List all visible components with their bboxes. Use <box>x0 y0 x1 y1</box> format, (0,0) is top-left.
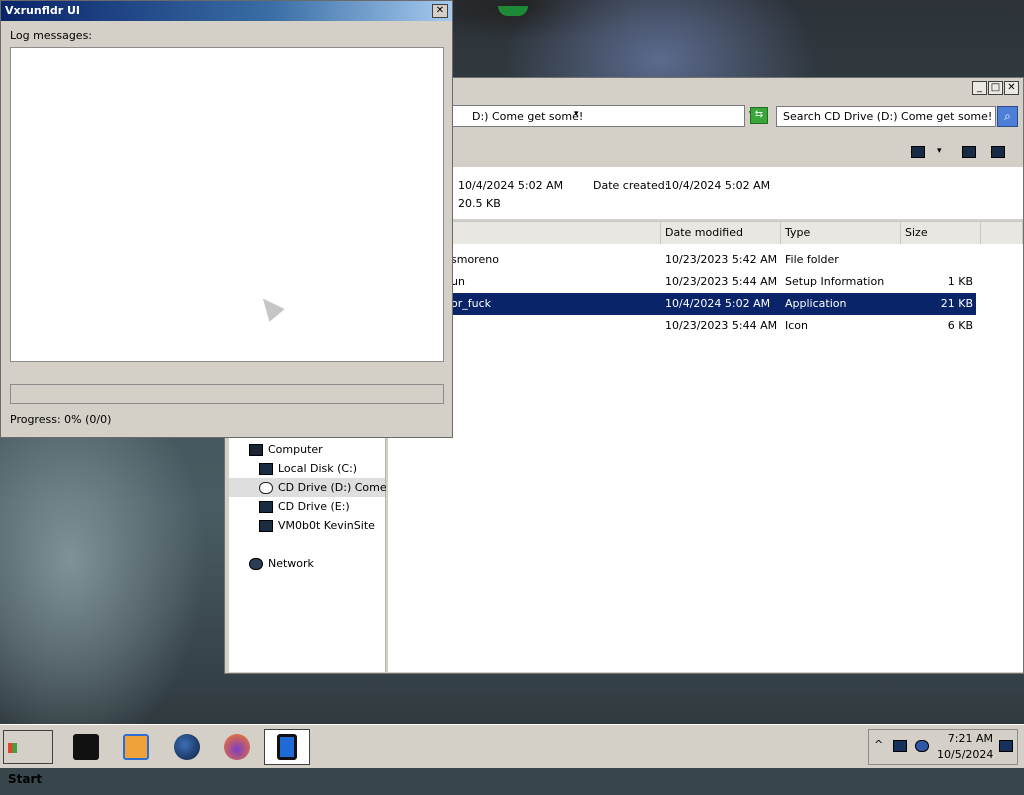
start-label: Start <box>8 772 43 786</box>
file-name: un <box>451 275 465 288</box>
file-list: smoreno 10/23/2023 5:42 AM File folder u… <box>388 244 1023 672</box>
preview-pane-icon[interactable] <box>962 146 976 158</box>
file-type: Application <box>785 297 847 310</box>
nav-label: Local Disk (C:) <box>278 462 358 475</box>
log-messages-box[interactable] <box>10 47 444 362</box>
column-header-size[interactable]: Size <box>901 222 981 244</box>
detail-date-created-label: Date created: <box>593 179 669 192</box>
network-tray-icon[interactable] <box>893 740 907 752</box>
firefox-icon <box>224 734 250 760</box>
close-button[interactable]: ✕ <box>432 4 448 18</box>
close-button[interactable]: ✕ <box>1004 81 1019 95</box>
windows-logo-icon <box>8 742 17 753</box>
address-text[interactable]: D:) Come get some! <box>472 110 583 123</box>
network-icon <box>249 558 263 570</box>
media-player-icon <box>123 734 149 760</box>
taskbar-app-browser[interactable] <box>164 729 210 765</box>
network-drive-icon <box>259 520 273 532</box>
file-date: 10/23/2023 5:44 AM <box>665 275 778 288</box>
progress-text: Progress: 0% (0/0) <box>10 413 112 426</box>
nav-item-local-disk[interactable]: Local Disk (C:) <box>259 459 357 478</box>
nav-label: Network <box>268 557 314 570</box>
file-date: 10/4/2024 5:02 AM <box>665 297 771 310</box>
minimize-button[interactable]: _ <box>972 81 987 95</box>
command-prompt-icon <box>73 734 99 760</box>
computer-icon <box>249 444 263 456</box>
file-size: 6 KB <box>947 319 973 332</box>
disk-icon <box>259 463 273 475</box>
column-header-date[interactable]: Date modified <box>661 222 781 244</box>
cd-icon <box>259 482 273 494</box>
nav-item-computer[interactable]: Computer <box>249 440 323 459</box>
column-header-extra[interactable] <box>981 222 1023 244</box>
vxrunfldr-titlebar[interactable]: Vxrunfldr UI <box>1 1 452 21</box>
show-desktop-icon[interactable] <box>999 740 1013 752</box>
table-row[interactable]: un 10/23/2023 5:44 AM Setup Information … <box>388 271 976 293</box>
nav-item-cd-drive-e[interactable]: CD Drive (E:) <box>259 497 350 516</box>
file-type: Setup Information <box>785 275 885 288</box>
globe-icon <box>174 734 200 760</box>
refresh-button[interactable]: ⇆ <box>750 107 768 124</box>
start-button[interactable]: Start <box>3 730 53 786</box>
nav-label: Computer <box>268 443 323 456</box>
views-icon[interactable] <box>911 146 925 158</box>
file-name: or_fuck <box>451 297 492 310</box>
detail-date-created: 10/4/2024 5:02 AM <box>665 179 771 192</box>
tablet-icon <box>277 734 297 760</box>
mouse-cursor-icon <box>255 292 285 322</box>
nav-label: CD Drive (E:) <box>278 500 350 513</box>
nav-label: VM0b0t KevinSite <box>278 519 375 532</box>
progress-bar <box>10 384 444 404</box>
file-size: 1 KB <box>947 275 973 288</box>
file-size: 21 KB <box>940 297 973 310</box>
nav-item-network-drive[interactable]: VM0b0t KevinSite <box>259 516 375 535</box>
file-date: 10/23/2023 5:42 AM <box>665 253 778 266</box>
column-header-type[interactable]: Type <box>781 222 901 244</box>
help-icon[interactable] <box>991 146 1005 158</box>
file-date: 10/23/2023 5:44 AM <box>665 319 778 332</box>
window-title: Vxrunfldr UI <box>5 4 81 17</box>
system-tray: ^ 7:21 AM 10/5/2024 <box>868 729 1018 765</box>
taskbar-app-vxrunfldr[interactable] <box>264 729 310 765</box>
clock-time[interactable]: 7:21 AM <box>941 732 993 745</box>
taskbar: Start ^ 7:21 AM 10/5/2024 <box>0 724 1024 786</box>
tray-expand-icon[interactable]: ^ <box>874 738 883 751</box>
desktop-decoration <box>498 6 528 16</box>
nav-item-network[interactable]: Network <box>249 554 314 573</box>
table-row[interactable]: smoreno 10/23/2023 5:42 AM File folder <box>388 249 976 271</box>
table-row-selected[interactable]: or_fuck 10/4/2024 5:02 AM Application 21… <box>388 293 976 315</box>
file-type: Icon <box>785 319 808 332</box>
vxrunfldr-window: Vxrunfldr UI ✕ Log messages: Progress: 0… <box>0 0 453 438</box>
clock-date[interactable]: 10/5/2024 <box>937 748 993 761</box>
nav-item-cd-drive-d[interactable]: CD Drive (D:) Come ge <box>229 478 404 497</box>
log-messages-label: Log messages: <box>10 29 93 42</box>
disk-icon <box>259 501 273 513</box>
volume-icon[interactable] <box>915 740 929 752</box>
taskbar-app-command-prompt[interactable] <box>63 729 109 765</box>
taskbar-app-media-player[interactable] <box>113 729 159 765</box>
file-name: smoreno <box>451 253 499 266</box>
search-input[interactable]: Search CD Drive (D:) Come get some! <box>776 106 996 127</box>
nav-label: CD Drive (D:) Come ge <box>278 481 404 494</box>
search-icon[interactable]: ⌕ <box>997 106 1018 127</box>
maximize-button[interactable]: □ <box>988 81 1003 95</box>
file-type: File folder <box>785 253 839 266</box>
chevron-down-icon[interactable]: ▾ <box>574 109 579 119</box>
table-row[interactable]: 10/23/2023 5:44 AM Icon 6 KB <box>388 315 976 337</box>
detail-date-modified: 10/4/2024 5:02 AM <box>458 179 564 192</box>
views-chevron-down-icon[interactable]: ▾ <box>937 146 942 156</box>
search-placeholder: Search CD Drive (D:) Come get some! <box>783 110 993 123</box>
detail-size: 20.5 KB <box>458 197 501 210</box>
taskbar-app-firefox[interactable] <box>214 729 260 765</box>
